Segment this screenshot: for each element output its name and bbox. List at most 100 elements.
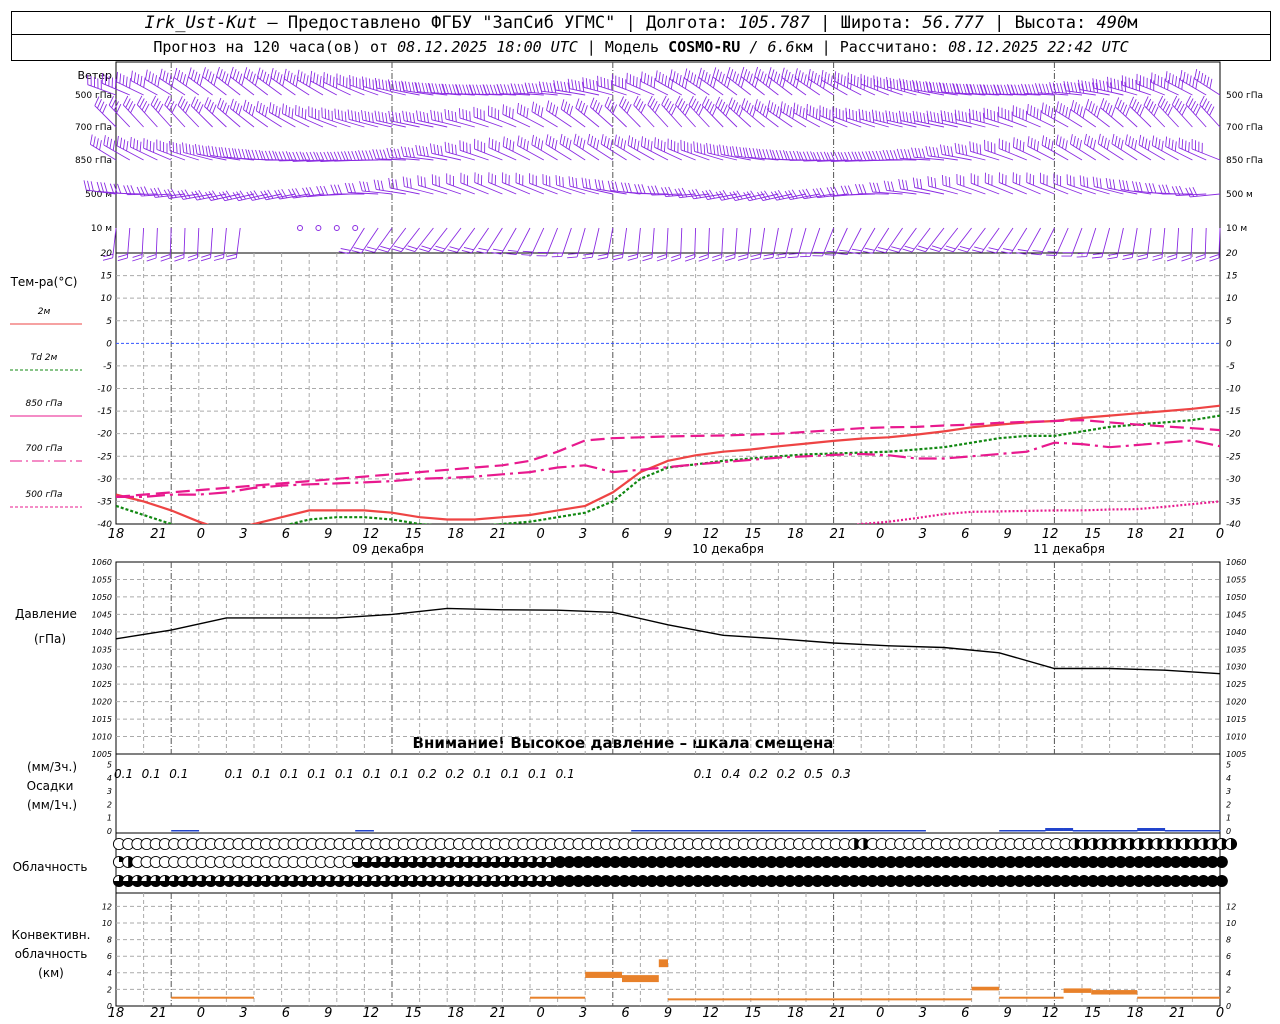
hour-tick-label: 18: [108, 527, 125, 542]
temp-tick-label-right: 5: [1226, 317, 1232, 327]
wind-barb: [242, 99, 269, 128]
precip-tick-label: 4: [107, 774, 112, 783]
precip-bar: [704, 830, 715, 832]
wind-barb: [542, 174, 572, 195]
wind-barb: [640, 136, 669, 161]
hour-tick-label: 6: [621, 527, 629, 542]
wind-barb: [1015, 227, 1041, 255]
calm-circle: [333, 225, 340, 231]
pressure-tick-label-right: 1005: [1226, 750, 1246, 759]
wind-barb: [832, 106, 862, 128]
precip-bar: [1183, 830, 1193, 832]
precip-3h-label: 0.2: [445, 767, 464, 781]
pressure-tick-label: 1060: [92, 558, 112, 567]
pressure-tick-label-right: 1015: [1226, 715, 1246, 724]
hour-tick-label-bottom: 3: [239, 1006, 247, 1021]
temp-tick-label: 10: [101, 294, 113, 304]
wind-barb: [1069, 134, 1097, 161]
temp-tick-label: -20: [97, 430, 112, 440]
wind-barb: [232, 190, 268, 202]
wind-barb: [321, 107, 351, 128]
wind-barb: [886, 76, 917, 96]
wind-barb: [587, 133, 614, 161]
temp-legend-label: 850 гПа: [25, 399, 62, 409]
hour-tick-label-bottom: 9: [324, 1006, 332, 1021]
precip-bar: [180, 830, 190, 832]
conv-tick-label-right: 10: [1226, 919, 1236, 928]
hour-tick-label-bottom: 9: [1004, 1006, 1012, 1021]
precip-tick-label: 2: [107, 800, 112, 809]
wind-barb: [675, 95, 696, 128]
precip-bar: [787, 830, 798, 832]
wind-barb: [820, 70, 848, 96]
conv-cloud-bar: [1137, 996, 1220, 999]
hour-tick-label: 0: [536, 527, 544, 542]
wind-barb: [1171, 95, 1193, 128]
hour-tick-label-bottom: 18: [787, 1006, 804, 1021]
wind-barb: [858, 108, 889, 128]
temp-title: Тем-ра(°C): [10, 275, 78, 289]
hour-tick-label-bottom: 15: [405, 1006, 422, 1021]
wind-barb: [334, 108, 365, 128]
wind-barb: [174, 227, 186, 262]
precip-bar: [769, 830, 779, 832]
temp-tick-label: 15: [101, 272, 113, 282]
hour-tick-label-bottom: 12: [362, 1006, 379, 1021]
hour-tick-label: 21: [830, 527, 847, 542]
precip-bar: [861, 830, 871, 832]
temp-tick-label: 20: [101, 249, 113, 259]
hour-tick-label-bottom: 0: [197, 1006, 205, 1021]
pressure-tick-label-right: 1010: [1226, 733, 1246, 742]
precip-bar: [1137, 828, 1147, 831]
conv-tick-label: 0: [107, 1002, 112, 1011]
wind-barb: [146, 227, 158, 262]
precip-bar: [1210, 830, 1221, 832]
wind-barb: [545, 134, 572, 161]
wind-barb: [706, 142, 738, 161]
precip-3h-label: 0.2: [418, 767, 437, 781]
wind-barb: [656, 227, 669, 262]
precip-bar: [1155, 828, 1166, 831]
temp-tick-label-right: 20: [1226, 249, 1238, 259]
precip-bar: [842, 830, 853, 832]
conv-tick-label-right: 0: [1226, 1002, 1231, 1011]
conv-cloud-bar: [1091, 990, 1138, 995]
precip-tick-label-right: 0: [1226, 827, 1231, 836]
wind-barb: [132, 227, 145, 262]
wind-barb: [688, 95, 710, 128]
temp-tick-label: -5: [103, 362, 112, 372]
wind-barb: [573, 133, 600, 161]
wind-barb: [255, 101, 282, 128]
hour-tick-label: 18: [787, 527, 804, 542]
wind-barb: [1122, 227, 1138, 261]
wind-barb: [614, 134, 641, 161]
calm-circle: [297, 225, 303, 231]
precip-bar: [640, 830, 650, 832]
precip-tick-label: 3: [107, 787, 112, 796]
precip-bar: [649, 830, 660, 832]
wind-barb: [1194, 69, 1221, 96]
precip-bar: [778, 830, 788, 832]
precip-bar: [824, 830, 834, 832]
pressure-tick-label: 1010: [92, 733, 112, 742]
wind-barb: [780, 101, 807, 128]
precip-bar: [1128, 830, 1138, 832]
precip-bar: [833, 830, 844, 832]
wind-barb: [807, 69, 834, 96]
wind-barb: [108, 96, 131, 128]
precip-3h-label: 0.2: [749, 767, 768, 781]
conv-tick-label-right: 12: [1226, 902, 1236, 911]
precip-bar: [1026, 830, 1037, 832]
wind-barb: [213, 227, 227, 261]
wind-barb: [117, 227, 131, 262]
hour-tick-label-bottom: 9: [664, 1006, 672, 1021]
cloud-title: Облачность: [13, 860, 88, 874]
precip-3h-label: 0.3: [832, 767, 851, 781]
wind-barb: [1079, 175, 1110, 195]
hour-tick-label-bottom: 0: [876, 1006, 884, 1021]
wind-barb: [684, 227, 697, 262]
wind-level-label-right: 10 м: [1226, 224, 1247, 234]
wind-barb: [1138, 134, 1166, 161]
wind-barb: [164, 95, 186, 128]
wind-barb: [506, 227, 531, 256]
